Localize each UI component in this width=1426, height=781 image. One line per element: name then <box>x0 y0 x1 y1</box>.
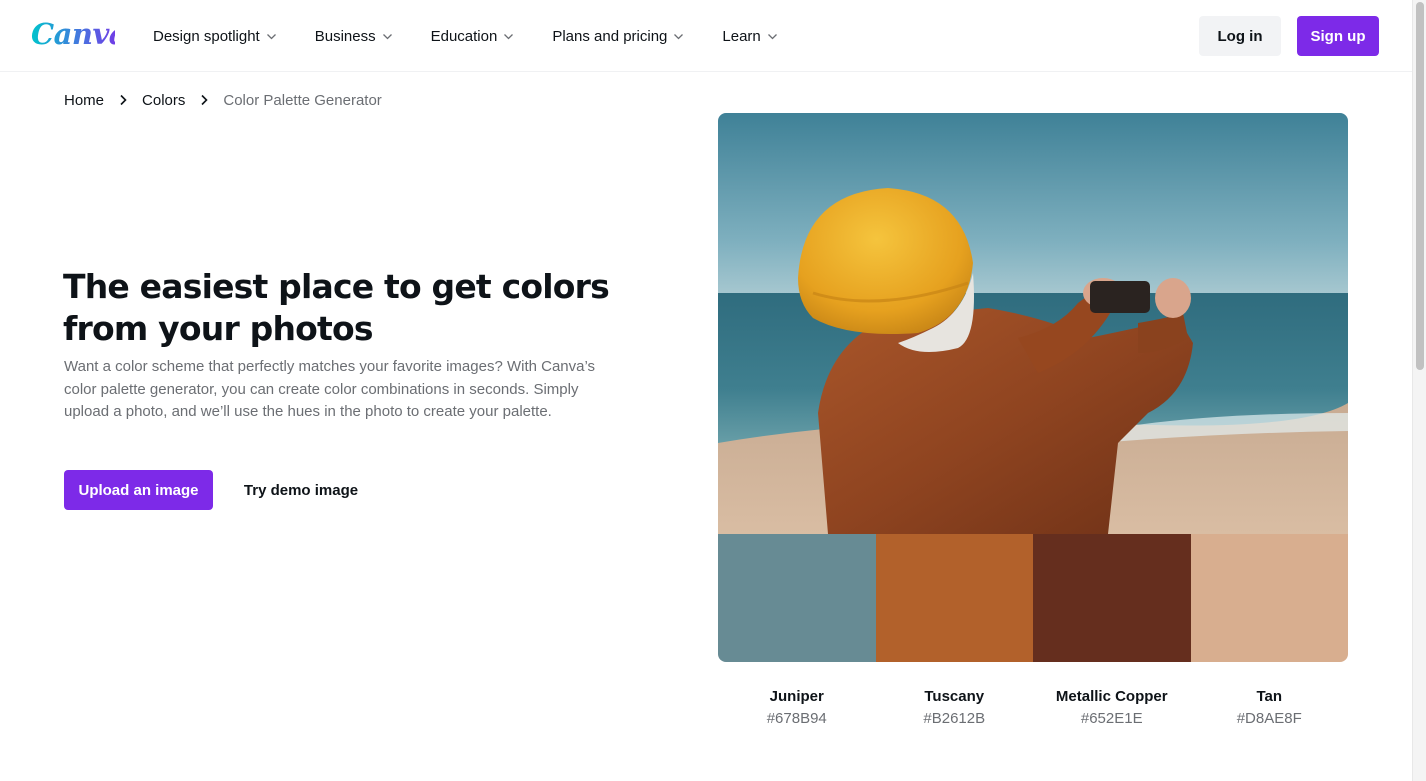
breadcrumb: Home Colors Color Palette Generator <box>64 89 382 111</box>
chevron-down-icon <box>503 31 514 42</box>
swatch-juniper[interactable] <box>718 534 876 662</box>
scrollbar-thumb[interactable] <box>1416 2 1424 370</box>
color-name: Juniper <box>769 688 824 705</box>
palette-swatches <box>718 534 1348 662</box>
nav-label: Design spotlight <box>153 27 260 45</box>
canva-logo[interactable]: Canva <box>31 16 128 61</box>
breadcrumb-colors[interactable]: Colors <box>142 92 185 109</box>
color-hex[interactable]: #678B94 <box>718 708 876 730</box>
canva-logo-mark: Canva <box>31 17 128 51</box>
main-nav: Design spotlight Business Education Plan… <box>153 24 816 48</box>
nav-design-spotlight[interactable]: Design spotlight <box>153 24 277 48</box>
login-button[interactable]: Log in <box>1199 16 1281 56</box>
site-header: Canva Design spotlight Business Educatio… <box>0 0 1412 72</box>
color-hex[interactable]: #652E1E <box>1033 708 1191 730</box>
palette-labels: Juniper #678B94 Tuscany #B2612B Metallic… <box>718 686 1348 730</box>
upload-image-button[interactable]: Upload an image <box>64 470 213 510</box>
chevron-right-icon <box>118 94 128 106</box>
nav-business[interactable]: Business <box>315 24 393 48</box>
try-demo-image-button[interactable]: Try demo image <box>231 470 371 510</box>
hero-description: Want a color scheme that perfectly match… <box>64 358 596 420</box>
chevron-right-icon <box>199 94 209 106</box>
swatch-tan[interactable] <box>1190 534 1348 662</box>
chevron-down-icon <box>767 31 778 42</box>
swatch-label-juniper: Juniper #678B94 <box>718 686 876 730</box>
color-hex[interactable]: #D8AE8F <box>1191 708 1349 730</box>
nav-label: Education <box>430 27 498 45</box>
chevron-down-icon <box>266 31 277 42</box>
chevron-down-icon <box>382 31 393 42</box>
chevron-down-icon <box>673 31 684 42</box>
swatch-metallic-copper[interactable] <box>1033 534 1191 662</box>
nav-plans-and-pricing[interactable]: Plans and pricing <box>552 24 684 48</box>
nav-label: Business <box>314 27 376 45</box>
demo-photo <box>718 113 1348 534</box>
signup-button[interactable]: Sign up <box>1297 16 1379 56</box>
color-name: Metallic Copper <box>1055 688 1168 705</box>
breadcrumb-current: Color Palette Generator <box>223 91 382 109</box>
swatch-tuscany[interactable] <box>875 534 1033 662</box>
nav-label: Plans and pricing <box>552 27 668 45</box>
swatch-label-tan: Tan #D8AE8F <box>1191 686 1349 730</box>
color-name: Tuscany <box>924 688 985 705</box>
svg-text:Canva: Canva <box>31 17 115 51</box>
palette-preview-card <box>718 113 1348 662</box>
color-hex[interactable]: #B2612B <box>876 708 1034 730</box>
breadcrumb-home[interactable]: Home <box>64 92 104 109</box>
nav-education[interactable]: Education <box>431 24 515 48</box>
nav-learn[interactable]: Learn <box>722 24 777 48</box>
color-name: Tan <box>1256 688 1283 705</box>
swatch-label-tuscany: Tuscany #B2612B <box>876 686 1034 730</box>
nav-label: Learn <box>722 27 761 45</box>
page-title: The easiest place to get colors from you… <box>63 267 610 348</box>
page-scrollbar[interactable] <box>1412 0 1426 781</box>
swatch-label-metallic-copper: Metallic Copper #652E1E <box>1033 686 1191 730</box>
beach-photo-illustration <box>718 113 1348 534</box>
